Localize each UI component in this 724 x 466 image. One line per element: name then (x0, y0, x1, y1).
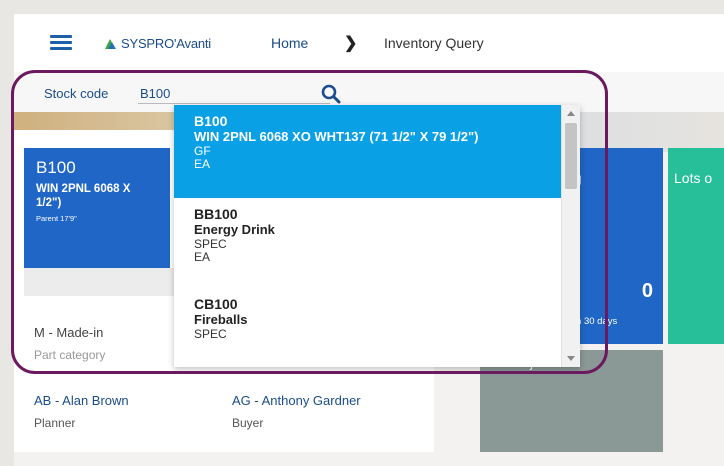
breadcrumb-home[interactable]: Home (271, 35, 308, 51)
hamburger-menu-icon[interactable] (50, 35, 72, 51)
top-bar: SYSPRO'Avanti Home ❯ Inventory Query (14, 14, 724, 72)
stock-code-label: Stock code (44, 86, 109, 101)
planner-link[interactable]: AB - Alan Brown (34, 393, 129, 408)
option-code: CB100 (194, 296, 238, 312)
card-description-line2: 1/2") (36, 197, 62, 209)
card-stock-code: B100 (36, 158, 76, 177)
part-category-label: Part category (34, 348, 106, 362)
option-description: Fireballs (194, 312, 248, 327)
card-description: WIN 2PNL 6068 X 1/2") (36, 182, 164, 210)
option-class: GF (194, 144, 211, 158)
scroll-down-icon[interactable] (567, 356, 575, 361)
dropdown-option[interactable]: CB100 Fireballs SPEC (174, 288, 562, 367)
dropdown-option[interactable]: BB100 Energy Drink SPEC EA (174, 198, 562, 288)
buyer-link[interactable]: AG - Anthony Gardner (232, 393, 361, 408)
planner-label: Planner (34, 416, 76, 430)
option-code: B100 (194, 113, 228, 129)
dropdown-option[interactable]: B100 WIN 2PNL 6068 XO WHT137 (71 1/2" X … (174, 105, 562, 198)
option-uom: EA (194, 157, 211, 171)
syspro-logo-icon (105, 39, 116, 49)
option-class: SPEC (194, 237, 227, 251)
breadcrumb-separator-icon: ❯ (344, 35, 358, 52)
dropdown-list: B100 WIN 2PNL 6068 XO WHT137 (71 1/2" X … (174, 105, 562, 367)
buyer-label: Buyer (232, 416, 264, 430)
scrollbar-thumb[interactable] (565, 123, 577, 189)
syspro-logo: SYSPRO'Avanti (102, 32, 211, 54)
lots-tile[interactable]: Lots o (668, 148, 724, 344)
stock-code-input[interactable] (138, 83, 330, 104)
card-parent: Parent 17'9" (36, 214, 77, 223)
part-category-value: M - Made-in (34, 325, 104, 340)
logo-text: SYSPRO'Avanti (121, 35, 211, 51)
option-uom: EA (194, 250, 211, 264)
option-description: Energy Drink (194, 222, 275, 237)
card-description-line1: WIN 2PNL 6068 X (36, 183, 131, 195)
search-icon[interactable] (320, 83, 342, 105)
stock-code-dropdown: B100 WIN 2PNL 6068 XO WHT137 (71 1/2" X … (174, 105, 580, 367)
lots-tile-label: Lots o (674, 170, 713, 186)
scroll-up-icon[interactable] (567, 111, 575, 116)
breadcrumb-current: Inventory Query (384, 35, 484, 51)
dropdown-scrollbar[interactable] (561, 105, 580, 367)
option-description: WIN 2PNL 6068 XO WHT137 (71 1/2" X 79 1/… (194, 129, 479, 144)
option-class: SPEC (194, 327, 227, 341)
outstanding-tile[interactable]: ng 0 thin 30 days (566, 148, 663, 344)
option-code: BB100 (194, 206, 238, 222)
outstanding-tile-value: 0 (641, 280, 653, 302)
